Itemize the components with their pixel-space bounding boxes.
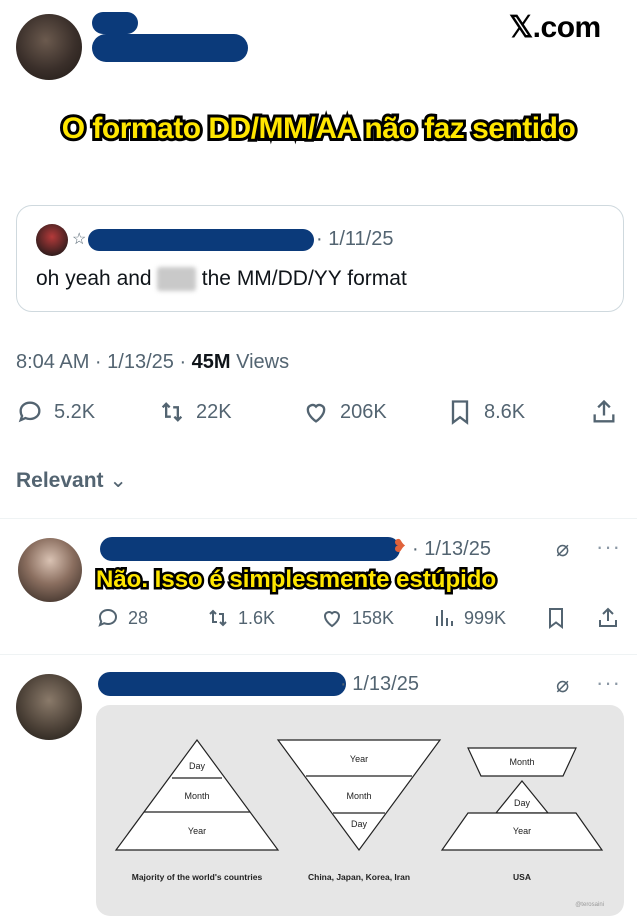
censored-word: fuck bbox=[157, 267, 196, 291]
repost-icon bbox=[161, 402, 183, 422]
bookmark-icon bbox=[451, 400, 469, 425]
reply-icon bbox=[98, 608, 118, 627]
p1-caption: Majority of the world's countries bbox=[132, 872, 263, 882]
author-avatar[interactable] bbox=[16, 14, 82, 80]
redacted-author-name bbox=[92, 12, 138, 34]
heart-icon bbox=[323, 611, 341, 628]
date-format-pyramid-image[interactable]: Day Month Year Majority of the world's c… bbox=[96, 705, 624, 916]
p1-top: Day bbox=[189, 761, 206, 771]
p2-top: Year bbox=[350, 754, 368, 764]
like-button[interactable]: 206K bbox=[302, 398, 387, 426]
pyramid-diagram: Day Month Year Majority of the world's c… bbox=[114, 738, 604, 908]
verified-star-icon: ☆ bbox=[72, 231, 87, 248]
reply-date[interactable]: · 1/13/25 bbox=[340, 673, 419, 696]
quoted-post-date[interactable]: · 1/11/25 bbox=[316, 228, 393, 251]
share-button[interactable] bbox=[590, 398, 618, 426]
p3-caption: USA bbox=[513, 872, 531, 882]
p1-bottom: Year bbox=[188, 826, 206, 836]
p3-top: Month bbox=[509, 757, 534, 767]
analytics-icon bbox=[436, 610, 453, 626]
sort-dropdown[interactable]: Relevant ⌄ bbox=[16, 468, 127, 493]
grok-icon[interactable]: ⌀ bbox=[556, 536, 569, 562]
post-timestamp: 8:04 AM · 1/13/25 · 45M Views bbox=[16, 351, 290, 373]
p2-bottom: Day bbox=[351, 819, 368, 829]
grok-icon[interactable]: ⌀ bbox=[556, 672, 569, 698]
reply-action-bar: 28 1.6K 158K 999K bbox=[96, 606, 626, 634]
redacted-reply-author bbox=[98, 672, 346, 696]
like-button[interactable]: 158K bbox=[320, 606, 394, 630]
repost-button[interactable]: 1.6K bbox=[206, 606, 275, 630]
p3-bottom: Year bbox=[513, 826, 531, 836]
quoted-post-card[interactable] bbox=[16, 205, 624, 312]
divider bbox=[0, 518, 637, 519]
repost-button[interactable]: 22K bbox=[158, 398, 232, 426]
redacted-reply-author bbox=[100, 537, 400, 561]
chevron-down-icon: ⌄ bbox=[109, 469, 127, 492]
bookmark-button[interactable]: 8.6K bbox=[446, 398, 525, 426]
image-credit: @terosaini bbox=[575, 902, 604, 908]
bookmark-icon bbox=[549, 608, 563, 629]
x-logo: 𝕏.com bbox=[509, 11, 601, 44]
p2-caption: China, Japan, Korea, Iran bbox=[308, 872, 410, 882]
reply-caption: Não. Isso é simplesmente estúpido bbox=[93, 564, 498, 596]
reply-author-avatar[interactable] bbox=[16, 674, 82, 740]
more-options-icon[interactable]: ··· bbox=[596, 534, 621, 560]
bookmark-button[interactable] bbox=[544, 606, 568, 630]
repost-icon bbox=[209, 609, 227, 627]
redacted-quoted-author bbox=[88, 229, 314, 251]
quoted-post-text: oh yeah and fuck the MM/DD/YY format bbox=[36, 267, 407, 291]
heart-icon bbox=[306, 403, 326, 423]
more-options-icon[interactable]: ··· bbox=[596, 670, 621, 696]
share-icon bbox=[593, 399, 615, 423]
reply-button[interactable]: 28 bbox=[96, 606, 148, 630]
p3-mid: Day bbox=[514, 798, 531, 808]
redacted-author-handle bbox=[92, 34, 248, 62]
fire-emoji-icon: ❥ bbox=[392, 536, 408, 556]
video-caption: O formato DD/MM/AA não faz sentido bbox=[59, 109, 579, 148]
views-button[interactable]: 999K bbox=[432, 606, 506, 630]
share-icon bbox=[599, 607, 617, 627]
p2-mid: Month bbox=[346, 791, 371, 801]
reply-icon bbox=[18, 401, 41, 423]
quoted-author-avatar[interactable] bbox=[36, 224, 68, 256]
reply-date[interactable]: · 1/13/25 bbox=[412, 538, 491, 561]
divider bbox=[0, 654, 637, 655]
p1-mid: Month bbox=[184, 791, 209, 801]
reply-button[interactable]: 5.2K bbox=[16, 398, 95, 426]
post-action-bar: 5.2K 22K 206K 8.6K bbox=[16, 398, 626, 434]
reply-author-avatar[interactable] bbox=[18, 538, 82, 602]
share-button[interactable] bbox=[596, 606, 620, 630]
